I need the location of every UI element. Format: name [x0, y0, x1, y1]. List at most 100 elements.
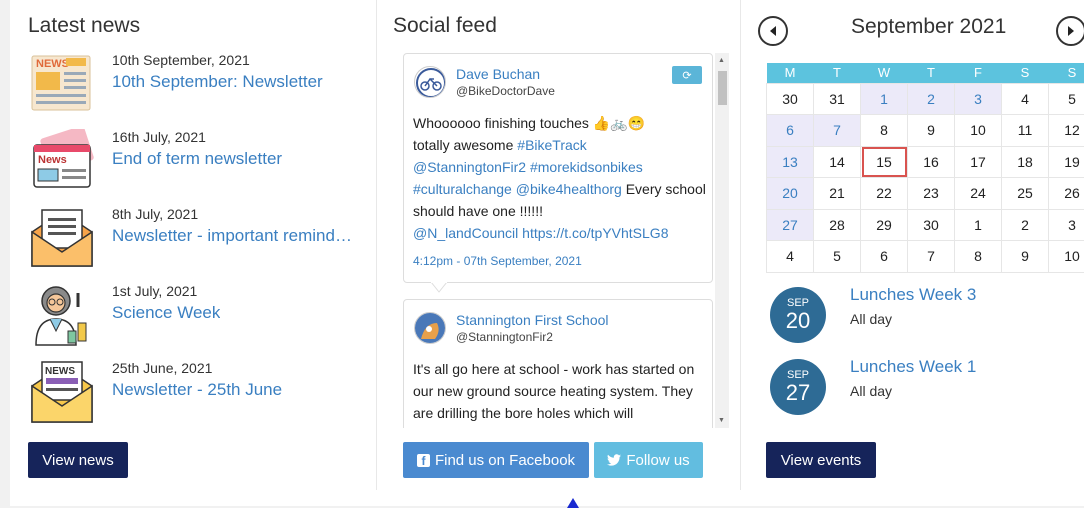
weekday-label: F	[955, 63, 1002, 83]
url-link[interactable]: https://t.co/tpYVhtSLG8	[522, 225, 668, 241]
calendar-week-row: 45678910	[767, 241, 1084, 273]
avatar[interactable]	[414, 312, 446, 344]
calendar-day-event-link[interactable]: 3	[974, 91, 982, 107]
hashtag-link[interactable]: #BikeTrack	[517, 137, 587, 153]
event-title-link[interactable]: Lunches Week 1	[850, 357, 976, 377]
calendar-day-cell[interactable]: 16	[908, 146, 955, 178]
calendar-day-cell[interactable]: 8	[861, 115, 908, 147]
scroll-thumb[interactable]	[718, 71, 727, 105]
calendar-day-cell[interactable]: 9	[1002, 241, 1049, 273]
calendar-day-event-link[interactable]: 27	[782, 217, 798, 233]
calendar-day-event-link[interactable]: 13	[782, 154, 798, 170]
svg-text:News: News	[38, 154, 67, 166]
calendar-day-cell[interactable]: 9	[908, 115, 955, 147]
hashtag-link[interactable]: #culturalchange	[413, 181, 512, 197]
news-title-link[interactable]: Newsletter - 25th June	[112, 380, 282, 400]
calendar-day-cell[interactable]: 21	[814, 178, 861, 210]
calendar-day-cell[interactable]: 3	[1049, 209, 1084, 241]
calendar-day-cell[interactable]: 8	[955, 241, 1002, 273]
news-title-link[interactable]: End of term newsletter	[112, 149, 282, 169]
feed-scrollbar[interactable]: ▲ ▼	[715, 53, 729, 428]
calendar-day-cell[interactable]: 6	[767, 115, 814, 147]
calendar-day-event-link[interactable]: 1	[880, 91, 888, 107]
calendar-day-cell[interactable]: 29	[861, 209, 908, 241]
calendar-day-cell[interactable]: 27	[767, 209, 814, 241]
event-item[interactable]: SEP 27 Lunches Week 1 All day	[770, 359, 1084, 419]
social-section: Social feed Dave Buchan @BikeDoctorDave …	[393, 0, 723, 44]
calendar-day-cell[interactable]: 10	[1049, 241, 1084, 273]
calendar-day-cell[interactable]: 5	[814, 241, 861, 273]
scroll-up-icon[interactable]: ▲	[718, 57, 725, 64]
twitter-follow-button[interactable]: Follow us	[594, 442, 703, 478]
calendar-day-cell[interactable]: 25	[1002, 178, 1049, 210]
event-title-link[interactable]: Lunches Week 3	[850, 285, 976, 305]
scroll-down-icon[interactable]: ▼	[718, 417, 725, 424]
calendar-day-cell[interactable]: 30	[767, 83, 814, 115]
news-title-link[interactable]: Newsletter - important reminders	[112, 226, 352, 246]
tweet-text: Whoooooo finishing touches 👍🚲😁 totally a…	[413, 112, 708, 244]
news-item[interactable]: NEWS 25th June, 2021 Newsletter - 25th J…	[28, 360, 363, 430]
view-events-button[interactable]: View events	[766, 442, 876, 478]
news-item[interactable]: News 16th July, 2021 End of term newslet…	[28, 129, 363, 199]
calendar-prev-button[interactable]	[758, 16, 788, 46]
calendar-day-event-link[interactable]: 7	[833, 122, 841, 138]
calendar-day-cell[interactable]: 28	[814, 209, 861, 241]
mention-link[interactable]: @bike4healthorg	[516, 181, 622, 197]
calendar-day-cell[interactable]: 1	[861, 83, 908, 115]
tweet-timestamp[interactable]: 4:12pm - 07th September, 2021	[413, 254, 582, 268]
news-item[interactable]: 8th July, 2021 Newsletter - important re…	[28, 206, 363, 276]
calendar-day-cell[interactable]: 4	[1002, 83, 1049, 115]
news-title-link[interactable]: 10th September: Newsletter	[112, 72, 323, 92]
calendar-day-event-link[interactable]: 20	[782, 185, 798, 201]
calendar-day-cell[interactable]: 18	[1002, 146, 1049, 178]
calendar-day-cell[interactable]: 1	[955, 209, 1002, 241]
event-day: 27	[770, 381, 826, 405]
calendar-day-event-link[interactable]: 6	[786, 122, 794, 138]
calendar-day-cell[interactable]: 5	[1049, 83, 1084, 115]
calendar-day-cell[interactable]: 31	[814, 83, 861, 115]
calendar-body: 3031123456789101112131415161718192021222…	[767, 83, 1084, 272]
tweet-card[interactable]: Dave Buchan @BikeDoctorDave ⟳ Whoooooo f…	[403, 53, 713, 283]
calendar-day-cell[interactable]: 24	[955, 178, 1002, 210]
news-item[interactable]: NEWS 10th September, 2021 10th September…	[28, 52, 363, 122]
news-title-link[interactable]: Science Week	[112, 303, 220, 323]
calendar-day-cell[interactable]: 23	[908, 178, 955, 210]
view-news-button[interactable]: View news	[28, 442, 128, 478]
hashtag-link[interactable]: #morekidsonbikes	[530, 159, 643, 175]
calendar-day-cell[interactable]: 30	[908, 209, 955, 241]
calendar-day-cell[interactable]: 10	[955, 115, 1002, 147]
calendar-day-cell[interactable]: 6	[861, 241, 908, 273]
calendar-day-cell[interactable]: 3	[955, 83, 1002, 115]
mention-link[interactable]: @N_landCouncil	[413, 225, 518, 241]
calendar-day-cell[interactable]: 26	[1049, 178, 1084, 210]
calendar-week-row: 27 282930123	[767, 209, 1084, 241]
retweet-icon[interactable]: ⟳	[672, 66, 702, 84]
facebook-button[interactable]: f Find us on Facebook	[403, 442, 589, 478]
avatar[interactable]	[414, 66, 446, 98]
news-item[interactable]: 1st July, 2021 Science Week	[28, 283, 363, 353]
tweet-card[interactable]: Stannington First School @StanningtonFir…	[403, 299, 713, 428]
calendar-day-cell[interactable]: 2	[1002, 209, 1049, 241]
facebook-button-label: Find us on Facebook	[435, 452, 575, 469]
calendar-day-cell[interactable]: 14	[814, 146, 861, 178]
calendar-day-cell[interactable]: 11	[1002, 115, 1049, 147]
calendar-day-cell[interactable]: 7	[908, 241, 955, 273]
scroll-top-arrow-icon[interactable]	[566, 498, 580, 508]
calendar-day-cell[interactable]: 2	[908, 83, 955, 115]
calendar-day-event-link[interactable]: 2	[927, 91, 935, 107]
calendar-day-cell[interactable]: 15	[861, 146, 908, 178]
calendar-next-button[interactable]	[1056, 16, 1084, 46]
event-item[interactable]: SEP 20 Lunches Week 3 All day	[770, 287, 1084, 347]
calendar-day-cell[interactable]: 13	[767, 146, 814, 178]
calendar-day-cell[interactable]: 17	[955, 146, 1002, 178]
calendar-day-cell[interactable]: 7	[814, 115, 861, 147]
tweet-author-name[interactable]: Dave Buchan	[456, 66, 540, 82]
calendar-day-cell[interactable]: 20	[767, 178, 814, 210]
calendar-day-cell[interactable]: 19	[1049, 146, 1084, 178]
tweet-author-name[interactable]: Stannington First School	[456, 312, 609, 328]
mention-link[interactable]: @StanningtonFir2	[413, 159, 526, 175]
calendar-day-cell[interactable]: 12	[1049, 115, 1084, 147]
social-feed-scroll[interactable]: Dave Buchan @BikeDoctorDave ⟳ Whoooooo f…	[403, 53, 725, 428]
calendar-day-cell[interactable]: 4	[767, 241, 814, 273]
calendar-day-cell[interactable]: 22	[861, 178, 908, 210]
